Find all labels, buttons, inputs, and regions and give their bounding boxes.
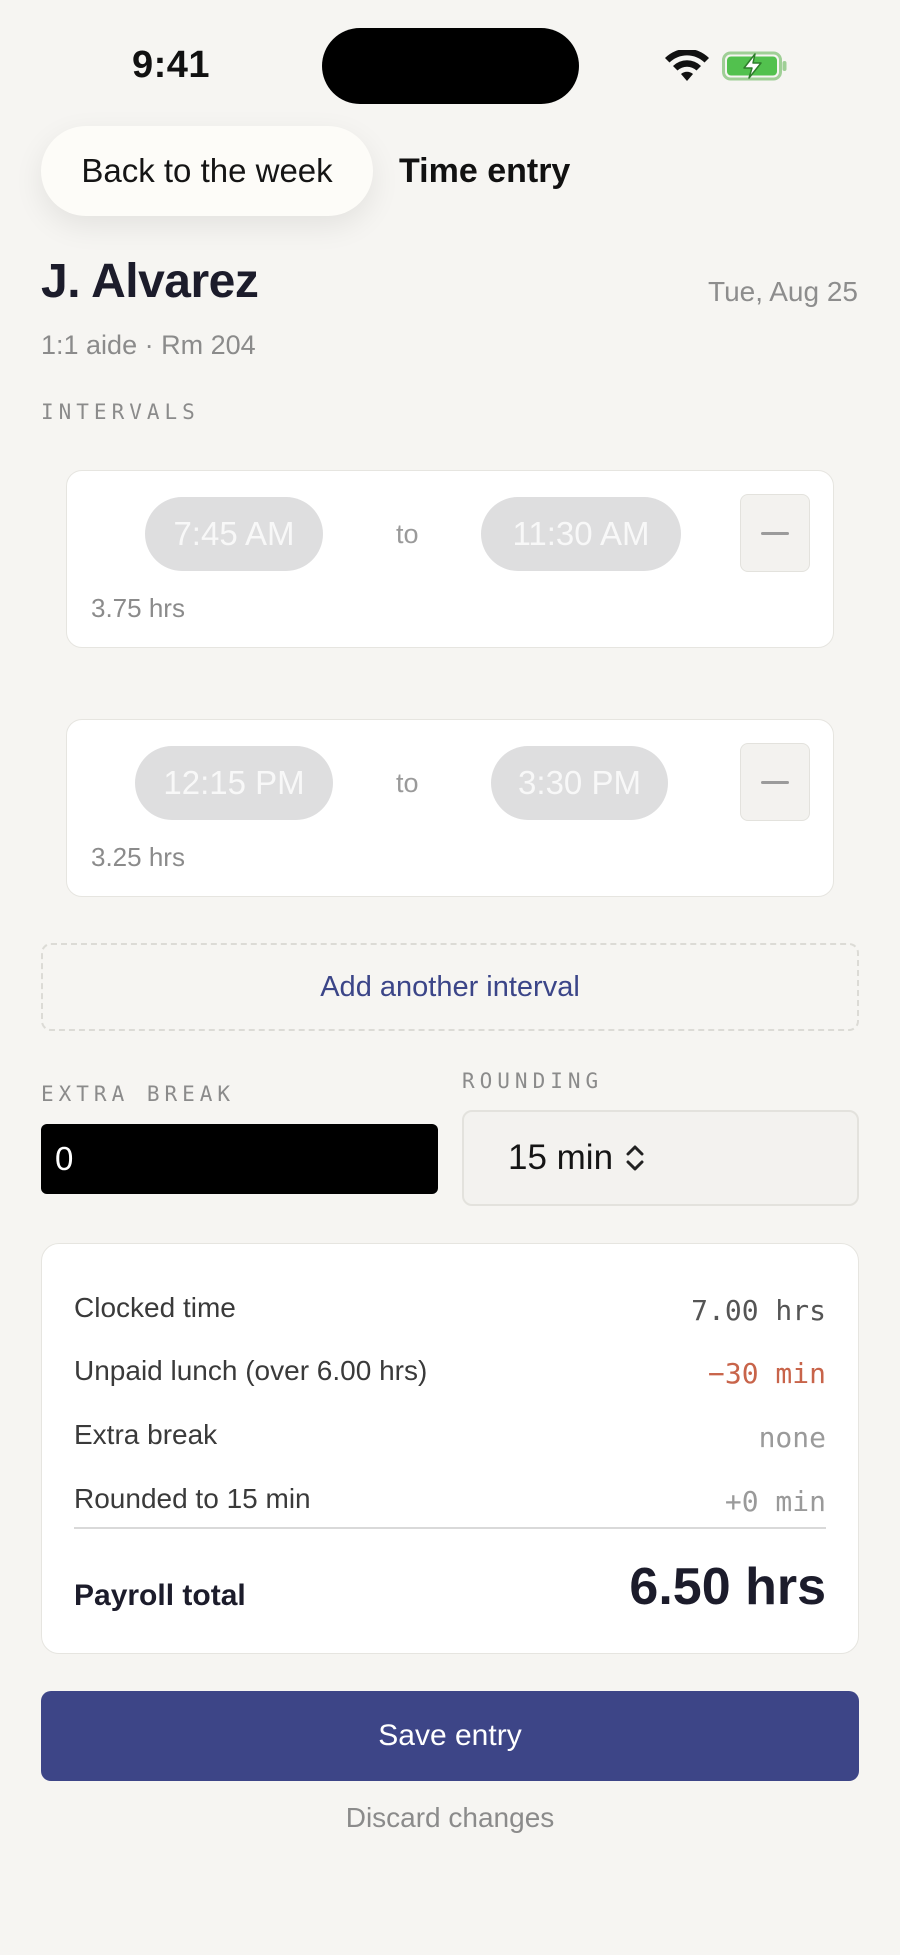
rounding-select[interactable]: 15 min — [462, 1110, 859, 1206]
interval-card: 7:45 AM to 11:30 AM 3.75 hrs — [66, 470, 834, 648]
back-to-week-button[interactable]: Back to the week — [41, 126, 373, 216]
interval-hours: 3.75 hrs — [91, 593, 185, 623]
extra-break-label: EXTRA BREAK — [41, 1082, 236, 1106]
to-label: to — [396, 768, 419, 798]
interval-card: 12:15 PM to 3:30 PM 3.25 hrs — [66, 719, 834, 897]
wifi-icon — [665, 50, 709, 81]
unpaid-lunch-value: −30 min — [707, 1357, 826, 1390]
employee-subtitle: 1:1 aide · Rm 204 — [41, 330, 256, 360]
status-time: 9:41 — [132, 44, 211, 86]
page-title: Time entry — [399, 152, 571, 190]
rounding-summary-value: +0 min — [724, 1485, 826, 1518]
interval-hours: 3.25 hrs — [91, 842, 185, 872]
rounding-label: ROUNDING — [462, 1069, 604, 1093]
remove-interval-button[interactable] — [740, 494, 810, 572]
extra-break-summary-value: none — [758, 1421, 826, 1454]
status-bar: 9:41 — [0, 0, 900, 120]
start-time-pill[interactable]: 12:15 PM — [135, 746, 333, 820]
minus-icon — [761, 780, 789, 784]
discard-changes-link[interactable]: Discard changes — [0, 1802, 900, 1834]
end-time-pill[interactable]: 11:30 AM — [481, 497, 681, 571]
payroll-total-value: 6.50 hrs — [629, 1558, 826, 1616]
dynamic-island — [322, 28, 579, 104]
chevron-up-down-icon — [626, 1145, 644, 1171]
clocked-time-label: Clocked time — [74, 1292, 236, 1323]
rounding-summary-label: Rounded to 15 min — [74, 1483, 311, 1514]
divider — [74, 1527, 826, 1529]
battery-charging-icon — [722, 51, 787, 81]
nav-bar: Back to the week Time entry — [0, 126, 900, 218]
extra-break-summary-label: Extra break — [74, 1419, 218, 1450]
start-time-pill[interactable]: 7:45 AM — [145, 497, 323, 571]
rounding-value: 15 min — [508, 1138, 614, 1177]
clocked-time-value: 7.00 hrs — [691, 1294, 826, 1327]
payroll-total-label: Payroll total — [74, 1579, 246, 1612]
payroll-summary-card: Clocked time 7.00 hrs Unpaid lunch (over… — [41, 1243, 859, 1654]
unpaid-lunch-label: Unpaid lunch (over 6.00 hrs) — [74, 1355, 428, 1386]
minus-icon — [761, 531, 789, 535]
extra-break-input[interactable]: 0 — [41, 1124, 438, 1194]
employee-name: J. Alvarez — [41, 255, 259, 308]
entry-date: Tue, Aug 25 — [708, 276, 858, 307]
remove-interval-button[interactable] — [740, 743, 810, 821]
save-entry-button[interactable]: Save entry — [41, 1691, 859, 1781]
to-label: to — [396, 519, 419, 549]
end-time-pill[interactable]: 3:30 PM — [491, 746, 668, 820]
add-interval-button[interactable]: Add another interval — [41, 943, 859, 1031]
intervals-label: INTERVALS — [41, 400, 200, 424]
